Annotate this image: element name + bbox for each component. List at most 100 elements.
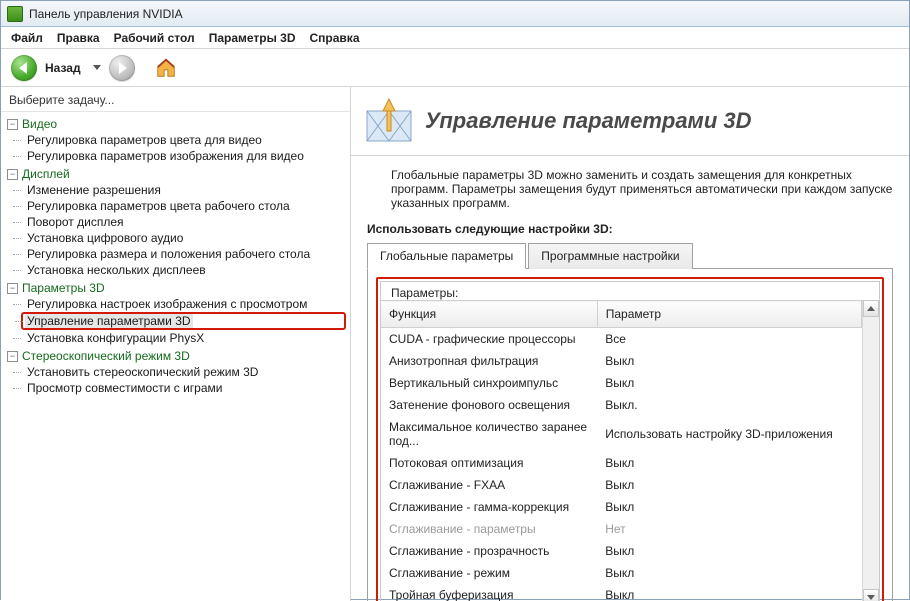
expander-icon[interactable]: − [7, 351, 18, 362]
tab-content: Параметры: Функция Параметр CUDA - графи… [367, 269, 893, 601]
arrow-left-icon [19, 62, 27, 74]
table-row[interactable]: Сглаживание - прозрачностьВыкл [381, 540, 862, 562]
tree-item-image-preview[interactable]: Регулировка настроек изображения с просм… [21, 296, 346, 312]
tree-item-rotate[interactable]: Поворот дисплея [21, 214, 346, 230]
cell-value: Выкл [597, 452, 861, 474]
page-title: Управление параметрами 3D [425, 108, 752, 134]
cell-function: Сглаживание - прозрачность [381, 540, 597, 562]
cell-function: Сглаживание - FXAA [381, 474, 597, 496]
table-row[interactable]: Тройная буферизацияВыкл [381, 584, 862, 601]
sidebar-task-label: Выберите задачу... [1, 87, 350, 112]
menu-help[interactable]: Справка [310, 31, 360, 45]
cell-value: Выкл [597, 372, 861, 394]
tree-group-video: − Видео Регулировка параметров цвета для… [7, 116, 346, 164]
chevron-up-icon [867, 306, 875, 311]
table-row[interactable]: Сглаживание - параметрыНет [381, 518, 862, 540]
column-value[interactable]: Параметр [597, 301, 861, 328]
menu-edit[interactable]: Правка [57, 31, 100, 45]
back-button[interactable] [11, 55, 37, 81]
cell-function: Сглаживание - гамма-коррекция [381, 496, 597, 518]
parameters-groupbox: Параметры: Функция Параметр CUDA - графи… [380, 281, 880, 601]
page-header-icon [365, 97, 413, 145]
tree-item-physx[interactable]: Установка конфигурации PhysX [21, 330, 346, 346]
back-dropdown-icon[interactable] [93, 65, 101, 70]
scrollbar[interactable] [862, 300, 879, 601]
cell-function: Анизотропная фильтрация [381, 350, 597, 372]
cell-function: CUDA - графические процессоры [381, 328, 597, 351]
table-row[interactable]: Максимальное количество заранее под...Ис… [381, 416, 862, 452]
tab-global[interactable]: Глобальные параметры [367, 243, 526, 269]
tree-item-game-compat[interactable]: Просмотр совместимости с играми [21, 380, 346, 396]
tree-header-params3d[interactable]: − Параметры 3D [7, 280, 346, 296]
tree-item-video-image[interactable]: Регулировка параметров изображения для в… [21, 148, 346, 164]
parameters-table: Функция Параметр CUDA - графические проц… [381, 300, 862, 601]
cell-value: Выкл [597, 350, 861, 372]
tree-item-video-color[interactable]: Регулировка параметров цвета для видео [21, 132, 346, 148]
window-title: Панель управления NVIDIA [29, 7, 183, 21]
scroll-up-button[interactable] [863, 300, 879, 317]
menu-params-3d[interactable]: Параметры 3D [209, 31, 296, 45]
settings-heading: Использовать следующие настройки 3D: [351, 220, 909, 242]
expander-icon[interactable]: − [7, 119, 18, 130]
cell-value: Использовать настройку 3D-приложения [597, 416, 861, 452]
arrow-right-icon [119, 62, 127, 74]
back-label: Назад [45, 61, 81, 75]
tree-header-video[interactable]: − Видео [7, 116, 346, 132]
cell-value: Нет [597, 518, 861, 540]
chevron-down-icon [867, 595, 875, 600]
expander-icon[interactable]: − [7, 283, 18, 294]
table-row[interactable]: Сглаживание - FXAAВыкл [381, 474, 862, 496]
table-row[interactable]: Вертикальный синхроимпульсВыкл [381, 372, 862, 394]
home-icon[interactable] [155, 57, 177, 79]
cell-value: Все [597, 328, 861, 351]
table-row[interactable]: Сглаживание - режимВыкл [381, 562, 862, 584]
expander-icon[interactable]: − [7, 169, 18, 180]
forward-button[interactable] [109, 55, 135, 81]
app-icon [7, 6, 23, 22]
page-description: Глобальные параметры 3D можно заменить и… [351, 156, 909, 220]
page-header: Управление параметрами 3D [351, 87, 909, 156]
menu-file[interactable]: Файл [11, 31, 43, 45]
titlebar: Панель управления NVIDIA [1, 1, 909, 27]
tree-group-label: Дисплей [22, 167, 70, 181]
table-row[interactable]: CUDA - графические процессорыВсе [381, 328, 862, 351]
parameters-caption: Параметры: [387, 286, 462, 300]
tree-group-stereo: − Стереоскопический режим 3D Установить … [7, 348, 346, 396]
tree-item-desktop-color[interactable]: Регулировка параметров цвета рабочего ст… [21, 198, 346, 214]
cell-value: Выкл [597, 540, 861, 562]
scroll-down-button[interactable] [863, 589, 879, 601]
tree-item-digital-audio[interactable]: Установка цифрового аудио [21, 230, 346, 246]
tab-program[interactable]: Программные настройки [528, 243, 692, 269]
cell-function: Тройная буферизация [381, 584, 597, 601]
main-pane: Управление параметрами 3D Глобальные пар… [351, 87, 909, 601]
cell-value: Выкл [597, 496, 861, 518]
sidebar: Выберите задачу... − Видео Регулировка п… [1, 87, 351, 601]
tree-item-size-pos[interactable]: Регулировка размера и положения рабочего… [21, 246, 346, 262]
cell-value: Выкл. [597, 394, 861, 416]
menu-desktop[interactable]: Рабочий стол [114, 31, 195, 45]
tree-item-set-stereo[interactable]: Установить стереоскопический режим 3D [21, 364, 346, 380]
tree-item-manage3d[interactable]: Управление параметрами 3D [21, 312, 346, 330]
cell-function: Максимальное количество заранее под... [381, 416, 597, 452]
tree-group-display: − Дисплей Изменение разрешения Регулиров… [7, 166, 346, 278]
cell-function: Затенение фонового освещения [381, 394, 597, 416]
tree-group-label: Видео [22, 117, 57, 131]
menubar: Файл Правка Рабочий стол Параметры 3D Сп… [1, 27, 909, 49]
nav-toolbar: Назад [1, 49, 909, 87]
cell-function: Сглаживание - параметры [381, 518, 597, 540]
table-row[interactable]: Потоковая оптимизацияВыкл [381, 452, 862, 474]
column-function[interactable]: Функция [381, 301, 597, 328]
tree-group-params3d: − Параметры 3D Регулировка настроек изоб… [7, 280, 346, 346]
tree-item-multi-display[interactable]: Установка нескольких дисплеев [21, 262, 346, 278]
tree-group-label: Стереоскопический режим 3D [22, 349, 190, 363]
tree-header-stereo[interactable]: − Стереоскопический режим 3D [7, 348, 346, 364]
table-row[interactable]: Сглаживание - гамма-коррекцияВыкл [381, 496, 862, 518]
cell-value: Выкл [597, 474, 861, 496]
table-row[interactable]: Анизотропная фильтрацияВыкл [381, 350, 862, 372]
tree-header-display[interactable]: − Дисплей [7, 166, 346, 182]
cell-function: Сглаживание - режим [381, 562, 597, 584]
table-row[interactable]: Затенение фонового освещенияВыкл. [381, 394, 862, 416]
cell-value: Выкл [597, 562, 861, 584]
tree-item-resolution[interactable]: Изменение разрешения [21, 182, 346, 198]
tree: − Видео Регулировка параметров цвета для… [1, 112, 350, 402]
